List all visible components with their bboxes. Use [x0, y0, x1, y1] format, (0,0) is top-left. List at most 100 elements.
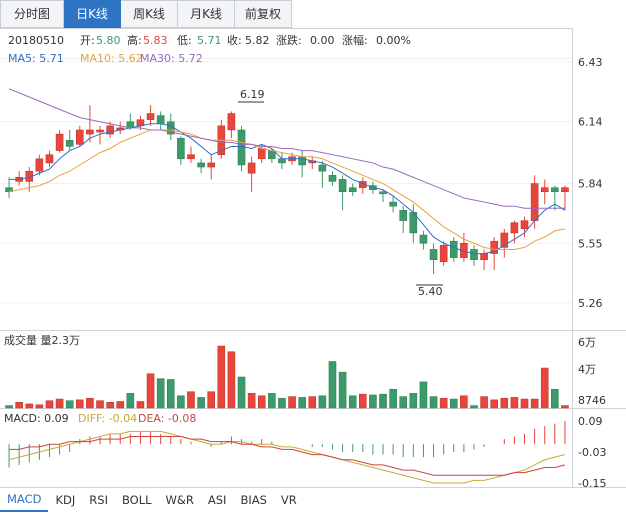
candle-body — [237, 129, 246, 166]
indicator-tab-vr[interactable]: VR — [274, 489, 304, 511]
volume-bar — [156, 378, 165, 409]
volume-bar — [500, 397, 509, 409]
tab-2[interactable]: 周K线 — [121, 0, 178, 28]
high-value: 5.83 — [143, 34, 168, 47]
ma30-label: MA30: 5.72 — [140, 52, 203, 65]
volume-bar — [187, 391, 195, 409]
tab-4[interactable]: 前复权 — [235, 0, 292, 28]
candle-body — [551, 187, 559, 193]
ma5-label: MA5: 5.71 — [8, 52, 64, 65]
volume-bar — [439, 397, 448, 409]
candle-body — [278, 158, 286, 164]
price-tick: 5.84 — [578, 178, 603, 191]
volume-bar — [237, 376, 246, 409]
volume-bar — [328, 361, 337, 409]
volume-bar — [35, 404, 44, 409]
dea-label: DEA: -0.08 — [138, 412, 196, 425]
macd-tick: -0.03 — [578, 446, 606, 459]
candle-body — [197, 162, 205, 168]
price-tick: 6.43 — [578, 56, 603, 69]
candle-body — [520, 220, 529, 230]
candle-body — [187, 154, 195, 160]
indicator-tab-asi[interactable]: ASI — [201, 489, 234, 511]
tab-3[interactable]: 月K线 — [178, 0, 235, 28]
candle-body — [76, 129, 84, 145]
indicator-tab-bias[interactable]: BIAS — [233, 489, 273, 511]
volume-bar — [227, 351, 236, 409]
volume-bar — [116, 401, 125, 409]
volume-bar — [510, 397, 519, 409]
volume-bar — [65, 400, 74, 409]
candle-body — [318, 164, 327, 172]
volume-tick: 6万 — [578, 336, 596, 349]
candle-body — [561, 187, 569, 193]
change-value: 0.00 — [310, 34, 335, 47]
low-label: 低: — [177, 34, 192, 47]
close-label: 收: — [227, 33, 242, 47]
macd-tick: 0.09 — [578, 415, 603, 428]
candle-body — [348, 187, 357, 193]
volume-bar — [419, 381, 428, 409]
volume-bar — [470, 405, 478, 409]
candle-body — [247, 162, 256, 174]
candle-body — [156, 115, 165, 125]
high-annotation: 6.19 — [240, 88, 265, 101]
candle-body — [419, 234, 428, 244]
volume-bar — [25, 403, 34, 409]
volume-bar — [177, 395, 185, 409]
indicator-tab-rsi[interactable]: RSI — [82, 489, 115, 511]
candle-body — [480, 253, 488, 260]
close-value: 5.82 — [245, 34, 270, 47]
indicator-tabs: MACD KDJ RSI BOLL W&R ASI BIAS VR — [0, 488, 304, 512]
low-annotation: 5.40 — [418, 285, 443, 298]
candle-body — [449, 240, 458, 258]
date-label: 20180510 — [8, 34, 64, 47]
volume-bar — [268, 393, 276, 409]
candle-body — [470, 249, 478, 260]
tab-1[interactable]: 日K线 — [64, 0, 121, 28]
indicator-tab-kdj[interactable]: KDJ — [48, 489, 82, 511]
indicator-tab-macd[interactable]: MACD — [0, 488, 49, 512]
volume-bar — [561, 405, 569, 409]
volume-bar — [15, 402, 23, 409]
macd-tick: -0.15 — [578, 477, 606, 488]
indicator-tab-wr[interactable]: W&R — [159, 489, 201, 511]
price-tick: 5.26 — [578, 297, 603, 310]
volume-bar — [429, 396, 438, 409]
candle-body — [177, 137, 185, 160]
candle-body — [257, 148, 266, 160]
volume-bar — [106, 402, 114, 409]
volume-bar — [257, 395, 266, 409]
low-value: 5.71 — [197, 34, 222, 47]
price-tick: 5.55 — [578, 237, 603, 250]
volume-bar — [379, 393, 387, 409]
volume-bar — [197, 397, 205, 409]
candle-body — [389, 201, 397, 207]
volume-bar — [480, 396, 488, 409]
volume-bar — [86, 397, 94, 409]
diff-label: DIFF: -0.04 — [78, 412, 137, 425]
high-label: 高: — [127, 33, 142, 47]
volume-bar — [278, 397, 286, 409]
volume-bar — [55, 398, 64, 409]
volume-bar — [45, 400, 54, 409]
candle-body — [207, 162, 215, 168]
pct-value: 0.00% — [376, 34, 411, 47]
volume-bar — [217, 345, 226, 409]
candle-body — [35, 158, 44, 172]
volume-bar — [318, 395, 327, 409]
volume-bar — [76, 399, 84, 409]
volume-bar — [520, 398, 529, 409]
candle-body — [65, 140, 74, 147]
volume-bar — [449, 398, 458, 409]
volume-label: 成交量 量2.3万 — [4, 333, 80, 347]
volume-bar — [530, 398, 539, 409]
candle-body — [268, 150, 276, 160]
period-tabs: 分时图 日K线 周K线 月K线 前复权 — [0, 0, 292, 28]
pct-label: 涨幅: — [342, 34, 368, 47]
candle-body — [96, 129, 104, 133]
tab-0[interactable]: 分时图 — [0, 0, 64, 28]
price-tick: 6.14 — [578, 116, 603, 129]
indicator-tab-boll[interactable]: BOLL — [115, 489, 159, 511]
volume-bar — [551, 388, 559, 409]
